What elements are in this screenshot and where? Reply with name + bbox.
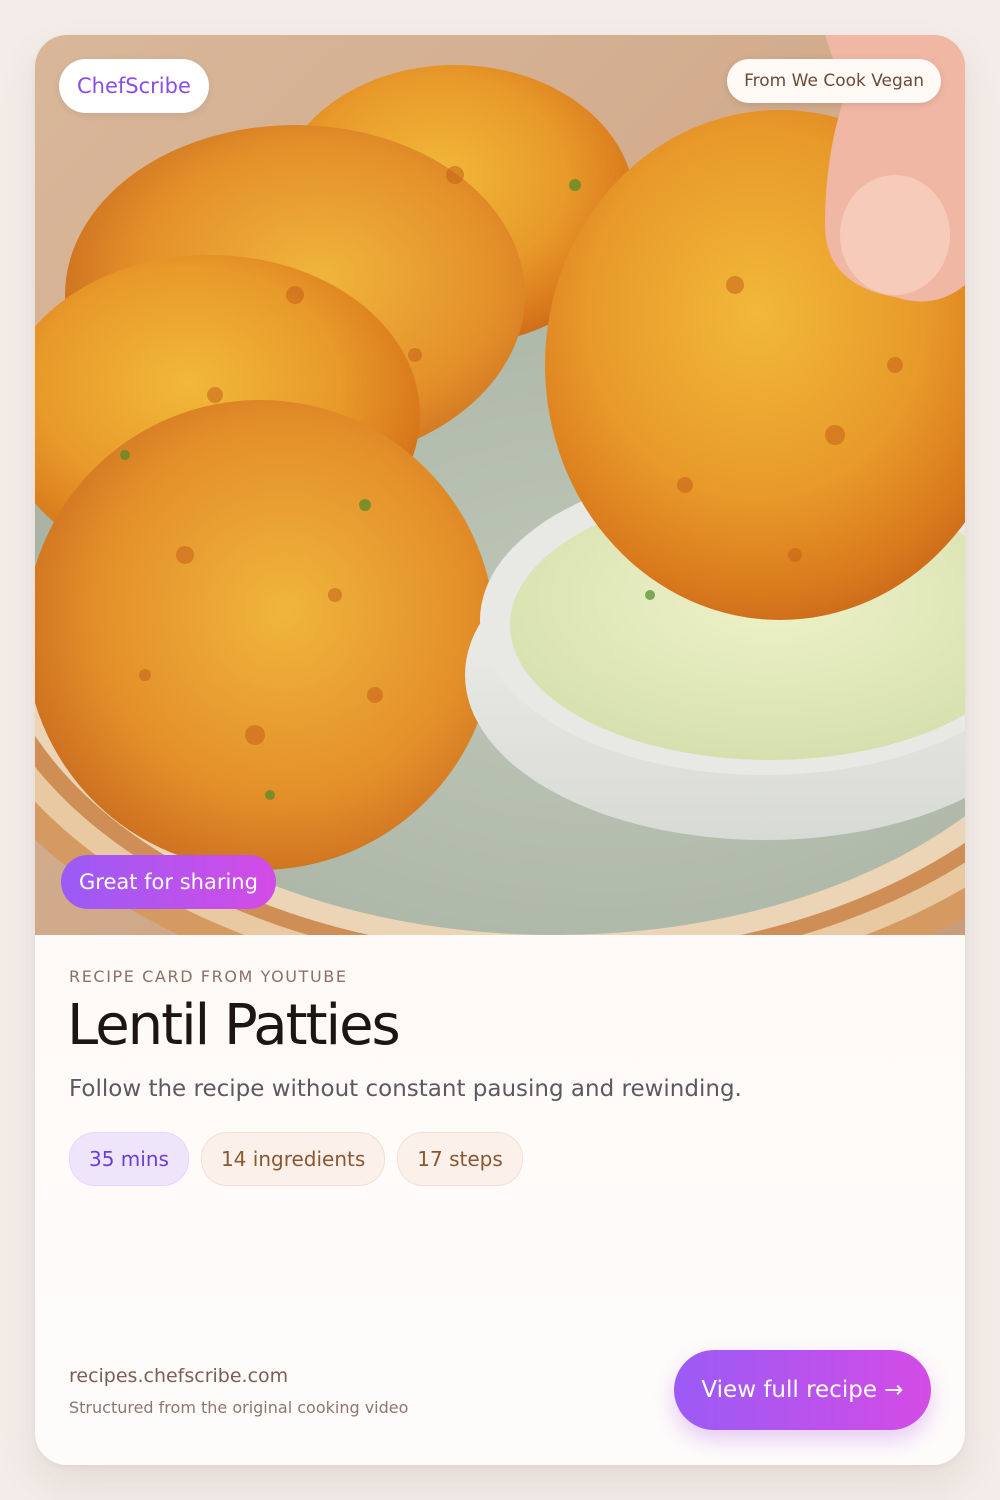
time-chip: 35 mins (69, 1132, 189, 1186)
recipe-subtitle: Follow the recipe without constant pausi… (69, 1076, 742, 1102)
recipe-stats: 35 mins 14 ingredients 17 steps (69, 1132, 523, 1186)
card-eyebrow: RECIPE CARD FROM YOUTUBE (69, 967, 348, 986)
share-tag: Great for sharing (61, 855, 276, 909)
recipe-card: ChefScribe From We Cook Vegan Great for … (35, 35, 965, 1465)
site-tagline: Structured from the original cooking vid… (69, 1398, 409, 1417)
brand-badge[interactable]: ChefScribe (59, 59, 209, 113)
steps-chip: 17 steps (397, 1132, 523, 1186)
view-recipe-button[interactable]: View full recipe → (674, 1350, 931, 1430)
site-link[interactable]: recipes.chefscribe.com (69, 1365, 288, 1387)
lentil-patties-photo (35, 35, 965, 935)
ingredients-chip: 14 ingredients (200, 1132, 386, 1186)
recipe-title: Lentil Patties (67, 993, 401, 1058)
source-badge[interactable]: From We Cook Vegan (727, 59, 941, 103)
hero-image: ChefScribe From We Cook Vegan Great for … (35, 35, 965, 935)
